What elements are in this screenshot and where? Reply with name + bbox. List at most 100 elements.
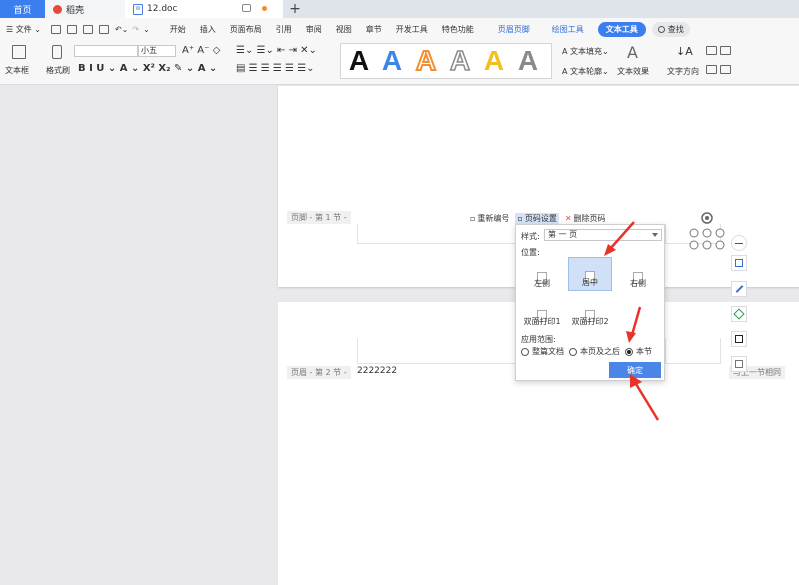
resize-handle[interactable] (715, 228, 725, 238)
menu-view[interactable]: 视图 (336, 24, 352, 35)
rotate-handle-dot (705, 216, 709, 220)
page-setup-button[interactable]: ▫ 页码设置 (515, 213, 559, 224)
menu-draw-tools[interactable]: 绘图工具 (552, 24, 584, 35)
header-guide-right (665, 338, 721, 364)
format-brush-icon[interactable] (52, 45, 62, 59)
text-effect-icon[interactable]: A (627, 43, 638, 62)
daoke-logo-icon (53, 4, 62, 14)
resize-handle[interactable] (702, 228, 712, 238)
redo-icon[interactable]: ↷ (132, 25, 139, 34)
menu-layout[interactable]: 页面布局 (230, 24, 262, 35)
range-this-section[interactable]: 本节 (625, 346, 652, 357)
undo-icon[interactable]: ↶⌄ (115, 25, 128, 34)
wordart-blue[interactable]: A (376, 45, 408, 77)
search-icon (657, 25, 665, 33)
wrap-text-icon[interactable] (720, 46, 731, 55)
wordart-orange-outline[interactable]: A (410, 44, 442, 77)
search-label: 查找 (667, 24, 684, 34)
format-brush-label[interactable]: 格式刷 (46, 65, 70, 76)
comment-icon[interactable] (242, 4, 251, 12)
align-icons[interactable]: ▤ ☰ ☰ ☰ ☰ ☰⌄ (236, 63, 315, 74)
position-duplex-1[interactable]: 双面打印1 (520, 295, 564, 329)
collapse-icon[interactable] (731, 235, 747, 251)
menu-file[interactable]: ☰ 文件 ⌄ (6, 24, 41, 35)
position-duplex-1-label: 双面打印1 (523, 317, 561, 326)
wordart-gray[interactable]: A (512, 45, 544, 77)
range-this-page-onward[interactable]: 本页及之后 (569, 346, 620, 357)
resize-handle[interactable] (702, 240, 712, 250)
text-effect-label[interactable]: 文本效果 (617, 66, 649, 77)
new-tab-button[interactable]: + (283, 0, 307, 18)
position-right[interactable]: 右侧 (616, 257, 660, 291)
header-guide-left (357, 338, 517, 364)
unsaved-dot-icon (262, 6, 267, 11)
font-name-select[interactable] (74, 45, 138, 57)
menu-file-label: 文件 (15, 24, 32, 34)
annotation-arrow-2 (626, 306, 642, 343)
tab-home[interactable]: 首页 (0, 0, 45, 18)
open-icon[interactable] (50, 24, 61, 34)
wordart-black[interactable]: A (343, 45, 375, 77)
menu-review[interactable]: 审阅 (306, 24, 322, 35)
list-icons[interactable]: ☰⌄ ☰⌄ ⇤ ⇥ ✕⌄ (236, 45, 317, 56)
font-style-icons[interactable]: B I U ⌄ A ⌄ X² X₂ ✎ ⌄ A ⌄ (78, 63, 217, 74)
renumber-label: 重新编号 (477, 214, 510, 223)
annotation-arrow-1 (604, 221, 635, 256)
resize-handle[interactable] (715, 240, 725, 250)
fill-glyph (733, 308, 745, 320)
menu-insert[interactable]: 插入 (200, 24, 216, 35)
search-box[interactable]: 查找 (651, 21, 690, 37)
more-icon[interactable]: ⌄ (143, 25, 150, 34)
position-center-label: 居中 (582, 278, 598, 287)
page-setup-label: 页码设置 (524, 214, 557, 223)
text-fill-button[interactable]: A 文本填充⌄ (562, 46, 609, 57)
text-direction-label[interactable]: 文字方向 (667, 66, 699, 77)
fill-icon[interactable] (731, 306, 747, 322)
text-direction-icon[interactable]: ↓A (676, 45, 693, 58)
align-text-icon[interactable] (706, 46, 717, 55)
text-fill-label: 文本填充 (570, 47, 603, 56)
ribbon-toolbar: 文本框 格式刷 小五 A⁺ A⁻ ◇ B I U ⌄ A ⌄ X² X₂ ✎ ⌄… (0, 40, 799, 85)
group-icon[interactable] (706, 65, 717, 74)
print-icon[interactable] (82, 24, 93, 34)
pen-icon[interactable] (731, 281, 747, 297)
textbox-icon[interactable] (12, 45, 26, 59)
menu-text-tools[interactable]: 文本工具 (597, 21, 646, 37)
tab-document[interactable]: W 12.doc (125, 0, 283, 18)
menu-references[interactable]: 引用 (276, 24, 292, 35)
wordart-gray-outline[interactable]: A (444, 44, 476, 77)
menu-section[interactable]: 章节 (366, 24, 382, 35)
header-text[interactable]: 2222222 (357, 366, 397, 376)
tab-daoke[interactable]: 稻壳 (45, 0, 125, 18)
image-icon[interactable] (731, 356, 747, 372)
font-size-select[interactable]: 小五 (138, 45, 176, 57)
delete-icon: ✕ (564, 214, 572, 223)
range-whole-document[interactable]: 整篇文档 (521, 346, 564, 357)
position-left[interactable]: 左侧 (520, 257, 564, 291)
footer-section-label: 页脚 - 第 1 节 - (287, 211, 351, 224)
shape-handles[interactable] (686, 208, 734, 252)
text-outline-label: 文本轮廓 (570, 67, 603, 76)
rotate-icon[interactable] (720, 65, 731, 74)
menu-start[interactable]: 开始 (170, 24, 186, 35)
renumber-button[interactable]: ▫ 重新编号 (470, 213, 509, 224)
menu-developer[interactable]: 开发工具 (396, 24, 428, 35)
position-right-label: 右侧 (630, 279, 646, 288)
position-duplex-2[interactable]: 双面打印2 (568, 295, 612, 329)
grow-font-icon[interactable]: A⁺ A⁻ ◇ (182, 45, 220, 56)
layout-options-icon[interactable] (731, 255, 747, 271)
preview-icon[interactable] (98, 24, 109, 34)
textbox-label[interactable]: 文本框 (5, 65, 29, 76)
resize-handle[interactable] (689, 228, 699, 238)
save-icon[interactable] (66, 24, 77, 34)
resize-handle[interactable] (689, 240, 699, 250)
border-icon[interactable] (731, 331, 747, 347)
wordart-yellow[interactable]: A (478, 45, 510, 77)
range-this-section-label: 本节 (636, 347, 652, 356)
menu-header-footer[interactable]: 页眉页脚 (498, 24, 530, 35)
menu-features[interactable]: 特色功能 (442, 24, 474, 35)
text-outline-button[interactable]: A 文本轮廓⌄ (562, 66, 609, 77)
position-left-label: 左侧 (534, 279, 550, 288)
page-number-toolbar: ▫ 重新编号 ▫ 页码设置 ✕ 删除页码 (470, 213, 606, 224)
position-center[interactable]: 居中 (568, 257, 612, 291)
